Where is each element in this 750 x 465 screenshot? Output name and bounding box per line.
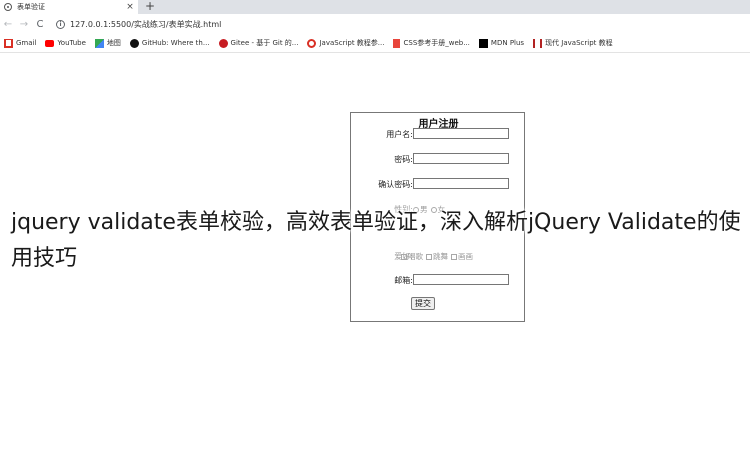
confirm-password-label: 确认密码: <box>378 180 413 189</box>
bookmark-gitee[interactable]: Gitee - 基于 Git 的... <box>218 38 299 48</box>
password-row: 密码: <box>351 153 526 167</box>
javascript-icon <box>307 38 317 48</box>
bookmark-label: 现代 JavaScript 教程 <box>545 39 613 47</box>
username-label: 用户名: <box>386 130 413 139</box>
overlay-caption: jquery validate表单校验，高效表单验证，深入解析jQuery Va… <box>11 210 741 271</box>
bookmark-youtube[interactable]: YouTube <box>45 39 86 47</box>
bookmark-label: YouTube <box>57 39 86 47</box>
confirm-password-row: 确认密码: <box>351 178 526 192</box>
page-favicon-icon <box>4 3 12 11</box>
tab-strip: 表单验证 × + <box>0 0 750 14</box>
reload-icon[interactable]: C <box>32 19 48 30</box>
tab-title: 表单验证 <box>17 3 45 11</box>
bookmark-label: Gmail <box>16 39 37 47</box>
modern-js-icon <box>533 38 543 48</box>
bookmark-gmail[interactable]: Gmail <box>4 38 37 48</box>
bookmark-label: GitHub: Where th... <box>141 39 210 47</box>
bookmark-modern-js[interactable]: 现代 JavaScript 教程 <box>533 38 613 48</box>
confirm-password-input[interactable] <box>413 178 509 189</box>
address-bar[interactable]: i 127.0.0.1:5500/实战练习/表单实战.html <box>56 19 221 30</box>
bookmark-css[interactable]: CSS参考手册_web... <box>393 38 470 48</box>
tab-close-icon[interactable]: × <box>125 2 135 12</box>
forward-arrow-icon[interactable]: → <box>16 19 32 30</box>
bookmark-maps[interactable]: 地图 <box>94 38 121 48</box>
password-input[interactable] <box>413 153 509 164</box>
bookmark-label: JavaScript 教程参... <box>319 39 385 47</box>
maps-icon <box>94 38 104 48</box>
bookmark-github[interactable]: GitHub: Where th... <box>129 38 210 48</box>
password-label: 密码: <box>394 155 413 164</box>
gitee-icon <box>218 38 228 48</box>
bookmark-mdn[interactable]: MDN Plus <box>478 38 525 48</box>
username-input[interactable] <box>413 128 509 139</box>
bookmark-label: Gitee - 基于 Git 的... <box>230 39 299 47</box>
gmail-icon <box>4 38 13 48</box>
bookmark-label: MDN Plus <box>490 39 525 47</box>
bookmark-javascript[interactable]: JavaScript 教程参... <box>307 38 384 48</box>
url-text[interactable]: 127.0.0.1:5500/实战练习/表单实战.html <box>70 19 221 30</box>
new-tab-button[interactable]: + <box>145 0 155 13</box>
github-icon <box>129 38 139 48</box>
youtube-icon <box>45 39 55 47</box>
bookmark-label: CSS参考手册_web... <box>403 39 470 47</box>
browser-toolbar: ← → C i 127.0.0.1:5500/实战练习/表单实战.html <box>0 14 750 34</box>
username-row: 用户名: <box>351 128 526 142</box>
browser-tab[interactable]: 表单验证 × <box>0 0 138 14</box>
back-arrow-icon[interactable]: ← <box>0 19 16 30</box>
bookmark-label: 地图 <box>106 39 121 47</box>
css-icon <box>393 38 401 48</box>
bookmarks-bar: Gmail YouTube 地图 GitHub: Where th... Git… <box>0 34 750 53</box>
site-info-icon[interactable]: i <box>56 19 65 29</box>
submit-button[interactable]: 提交 <box>411 297 435 310</box>
mdn-icon <box>478 38 488 48</box>
